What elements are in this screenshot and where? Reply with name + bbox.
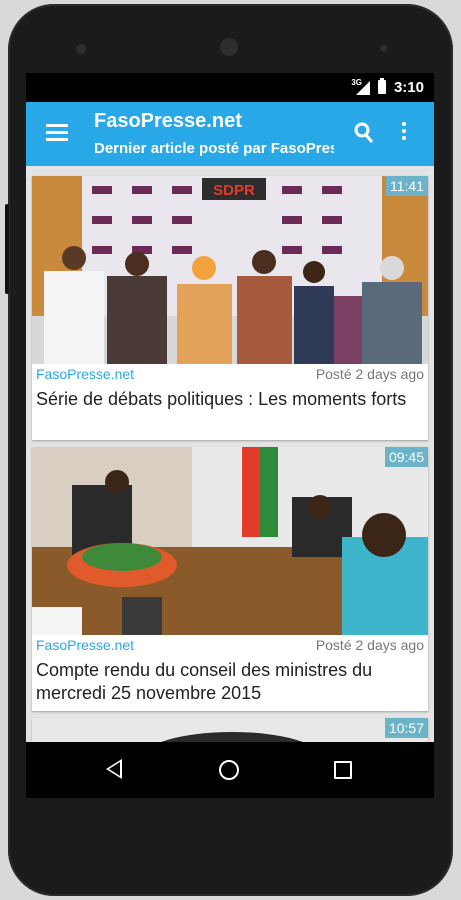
article-image: SDPR: [32, 176, 428, 364]
app-bar: FasoPresse.net Dernier article posté par…: [26, 102, 434, 166]
volume-button: [5, 204, 9, 294]
status-time: 3:10: [393, 79, 424, 96]
signal-icon: [356, 81, 370, 95]
status-bar: 3G 3:10: [26, 73, 434, 102]
article-source[interactable]: FasoPresse.net: [36, 637, 134, 653]
article-card[interactable]: 09:45 FasoPresse.net Posté 2 days ago Co…: [32, 447, 428, 711]
sensor-dot-right: [380, 45, 387, 52]
back-icon[interactable]: [106, 759, 122, 779]
article-posted: Posté 2 days ago: [315, 366, 424, 382]
article-source[interactable]: FasoPresse.net: [36, 366, 134, 382]
sensor-dot: [76, 44, 86, 54]
home-icon[interactable]: [219, 760, 239, 780]
app-title: FasoPresse.net: [94, 110, 242, 132]
article-posted: Posté 2 days ago: [315, 637, 424, 653]
screen: 3G 3:10 FasoPresse.net Dernier article p…: [26, 73, 434, 798]
recent-apps-icon[interactable]: [334, 761, 352, 779]
menu-icon[interactable]: [46, 124, 68, 142]
article-time: 10:57: [384, 718, 428, 738]
banner-text: SDPR: [213, 182, 255, 199]
app-subtitle: Dernier article posté par FasoPresse.net: [94, 140, 334, 157]
article-time: 09:45: [384, 447, 428, 467]
navigation-bar: [26, 742, 434, 798]
article-image: [32, 447, 428, 635]
article-time: 11:41: [386, 176, 428, 196]
article-card[interactable]: SDPR 11:41 FasoPresse.net Posté 2 days a: [32, 176, 428, 440]
search-icon[interactable]: [354, 122, 374, 144]
front-camera: [220, 38, 238, 56]
battery-icon: [378, 78, 386, 94]
article-title[interactable]: Compte rendu du conseil des ministres du…: [36, 659, 422, 705]
more-options-icon[interactable]: [400, 122, 408, 144]
article-title[interactable]: Série de débats politiques : Les moments…: [36, 388, 422, 411]
